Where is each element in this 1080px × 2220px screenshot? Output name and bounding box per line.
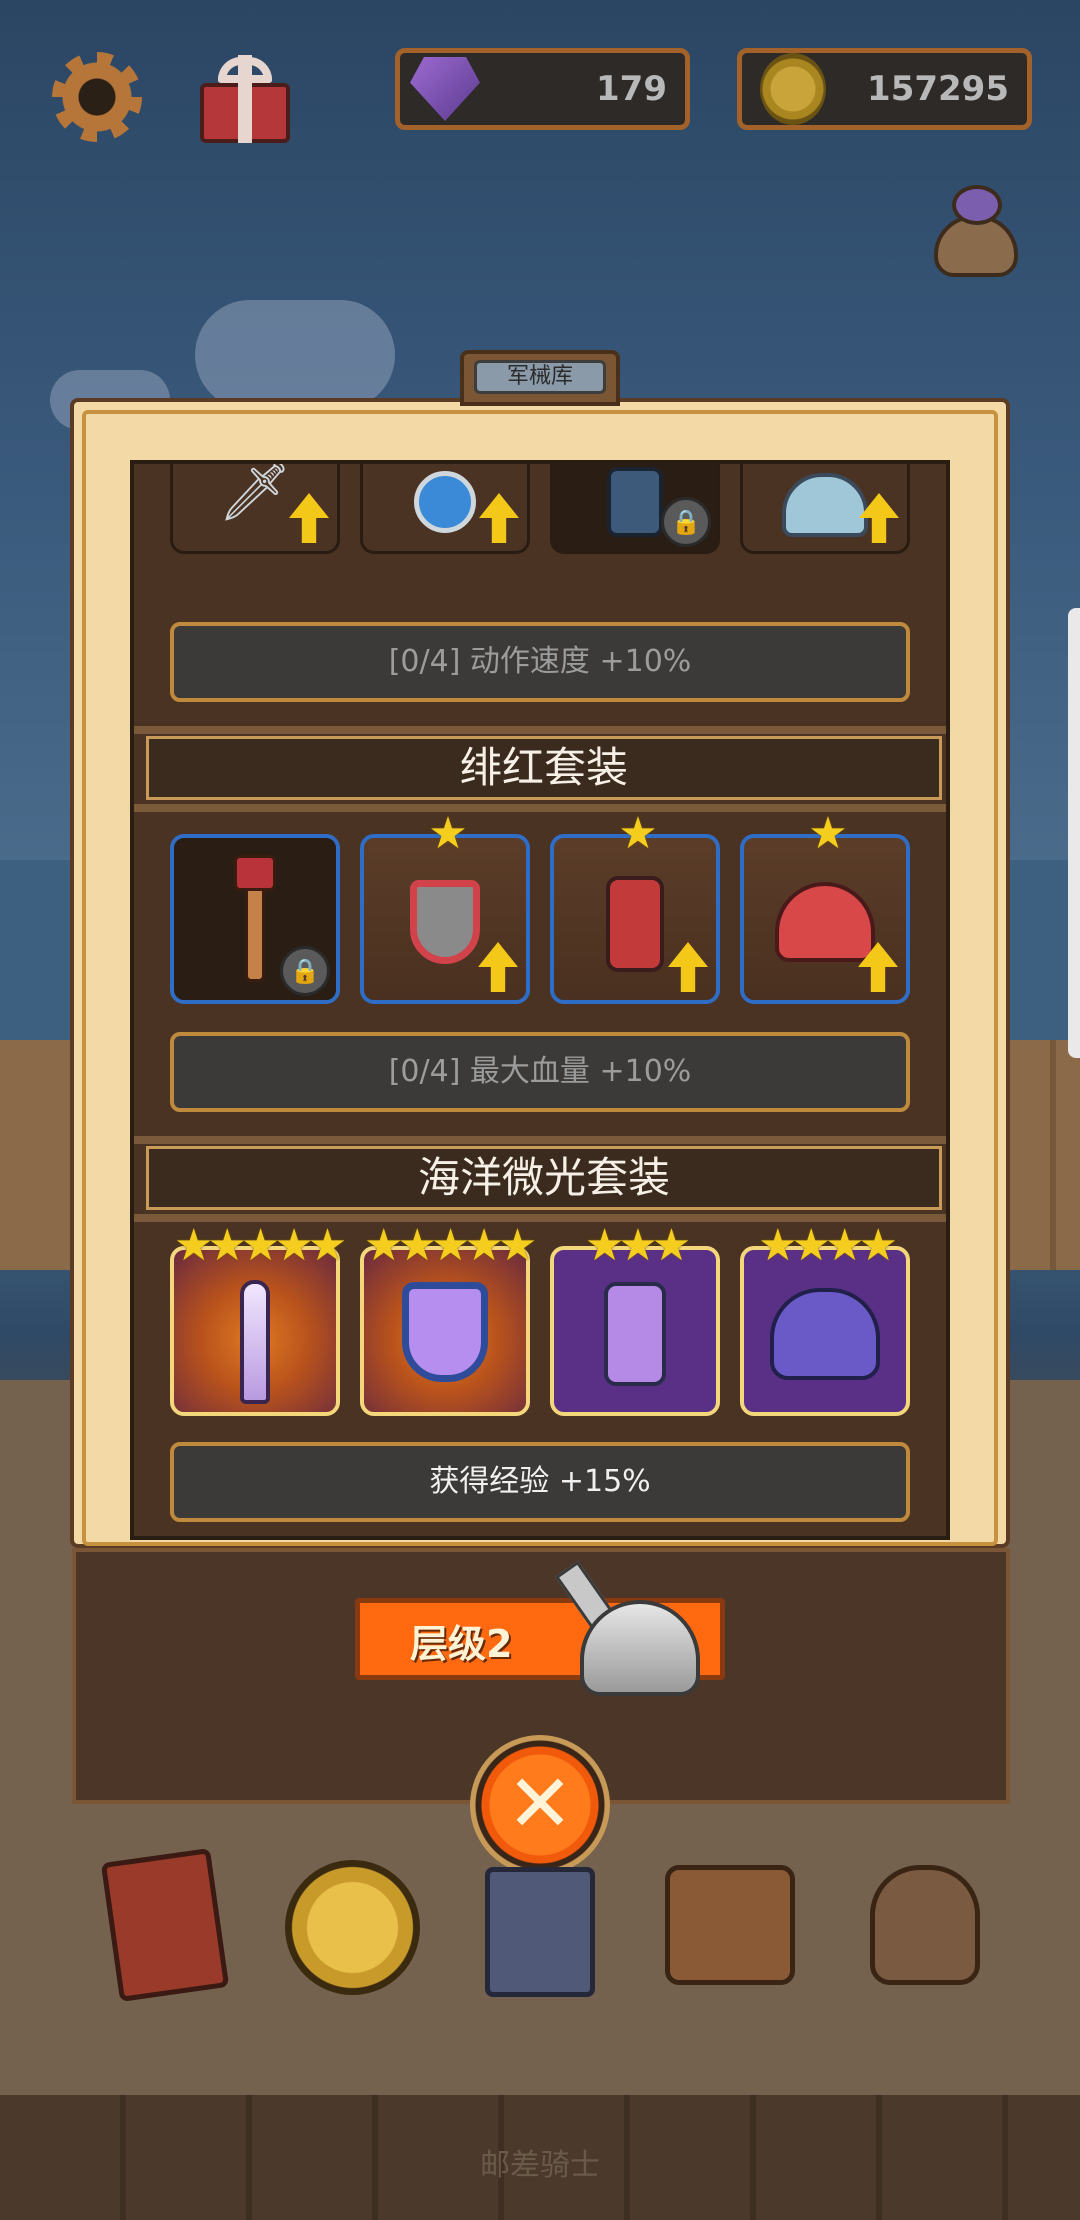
divider	[134, 1136, 946, 1144]
coin-icon	[760, 53, 826, 125]
set-title: 海洋微光套装	[146, 1146, 942, 1210]
gift-box-icon[interactable]	[200, 55, 290, 143]
lock-icon: 🔒	[280, 946, 330, 996]
equipment-set-list[interactable]: 🗡 🔒 [0/4] 动作速度 +10% 绯红套装 🔒 ★ ★ ★ [0/4] 最…	[130, 460, 950, 1540]
sword-icon	[174, 1280, 336, 1404]
shield-icon	[364, 1282, 526, 1382]
star-rating-5: ★★★★★	[364, 1220, 537, 1271]
equipment-slot[interactable]: ★★★★★	[170, 1220, 347, 1416]
coin-counter: 157295	[737, 48, 1032, 130]
gem-count: 179	[596, 69, 667, 109]
star-rating-3: ★★★	[584, 1220, 691, 1271]
nav-loot-bag-icon[interactable]	[850, 1845, 1000, 2005]
nav-cards-icon[interactable]	[475, 1845, 625, 2005]
dialog-title-tab: 军械库	[460, 350, 620, 406]
divider	[134, 726, 946, 734]
footer-label: 邮差骑士	[480, 2148, 600, 2183]
equipment-slot-locked[interactable]: 🔒	[170, 834, 340, 1004]
nav-backpack-icon[interactable]	[655, 1845, 805, 2005]
level-label: 层级2	[410, 1622, 513, 1666]
equipment-slot[interactable]: ★★★★	[740, 1220, 910, 1416]
equipment-slot[interactable]: ★★★★★	[360, 1220, 537, 1416]
star-rating-5: ★★★★★	[174, 1220, 347, 1271]
treasure-bag-icon[interactable]	[930, 185, 1022, 277]
nav-star-coin-icon[interactable]	[280, 1845, 430, 2005]
star-rating-1: ★	[808, 808, 847, 859]
equipment-slot[interactable]: 🗡	[170, 464, 340, 554]
nav-book-icon[interactable]	[100, 1845, 250, 2005]
settings-gear-icon[interactable]	[52, 52, 142, 142]
lock-icon: 🔒	[661, 497, 711, 547]
equipment-slot[interactable]: ★	[740, 808, 910, 1004]
gem-icon	[410, 57, 480, 121]
side-handle[interactable]	[1068, 608, 1080, 1058]
coin-count: 157295	[867, 69, 1009, 109]
gem-counter: 179	[395, 48, 690, 130]
equipment-slot[interactable]: ★	[360, 808, 530, 1004]
star-rating-4: ★★★★	[758, 1220, 898, 1271]
set-bonus-label: [0/4] 最大血量 +10%	[170, 1032, 910, 1112]
equipment-slot[interactable]: ★	[550, 808, 720, 1004]
star-rating-1: ★	[428, 808, 467, 859]
helmet-icon	[744, 1288, 906, 1380]
set-bonus-label: 获得经验 +15%	[170, 1442, 910, 1522]
set-bonus-label: [0/4] 动作速度 +10%	[170, 622, 910, 702]
equipment-slot[interactable]	[360, 464, 530, 554]
knight-helmet-icon	[555, 1560, 710, 1700]
armor-icon	[554, 1282, 716, 1386]
dialog-title: 军械库	[474, 360, 606, 394]
equipment-slot[interactable]	[740, 464, 910, 554]
star-rating-1: ★	[618, 808, 657, 859]
close-icon: ✕	[506, 1757, 574, 1850]
set-title: 绯红套装	[146, 736, 942, 800]
equipment-slot[interactable]: ★★★	[550, 1220, 720, 1416]
equipment-slot-locked[interactable]: 🔒	[550, 464, 720, 554]
cloud	[195, 300, 395, 410]
